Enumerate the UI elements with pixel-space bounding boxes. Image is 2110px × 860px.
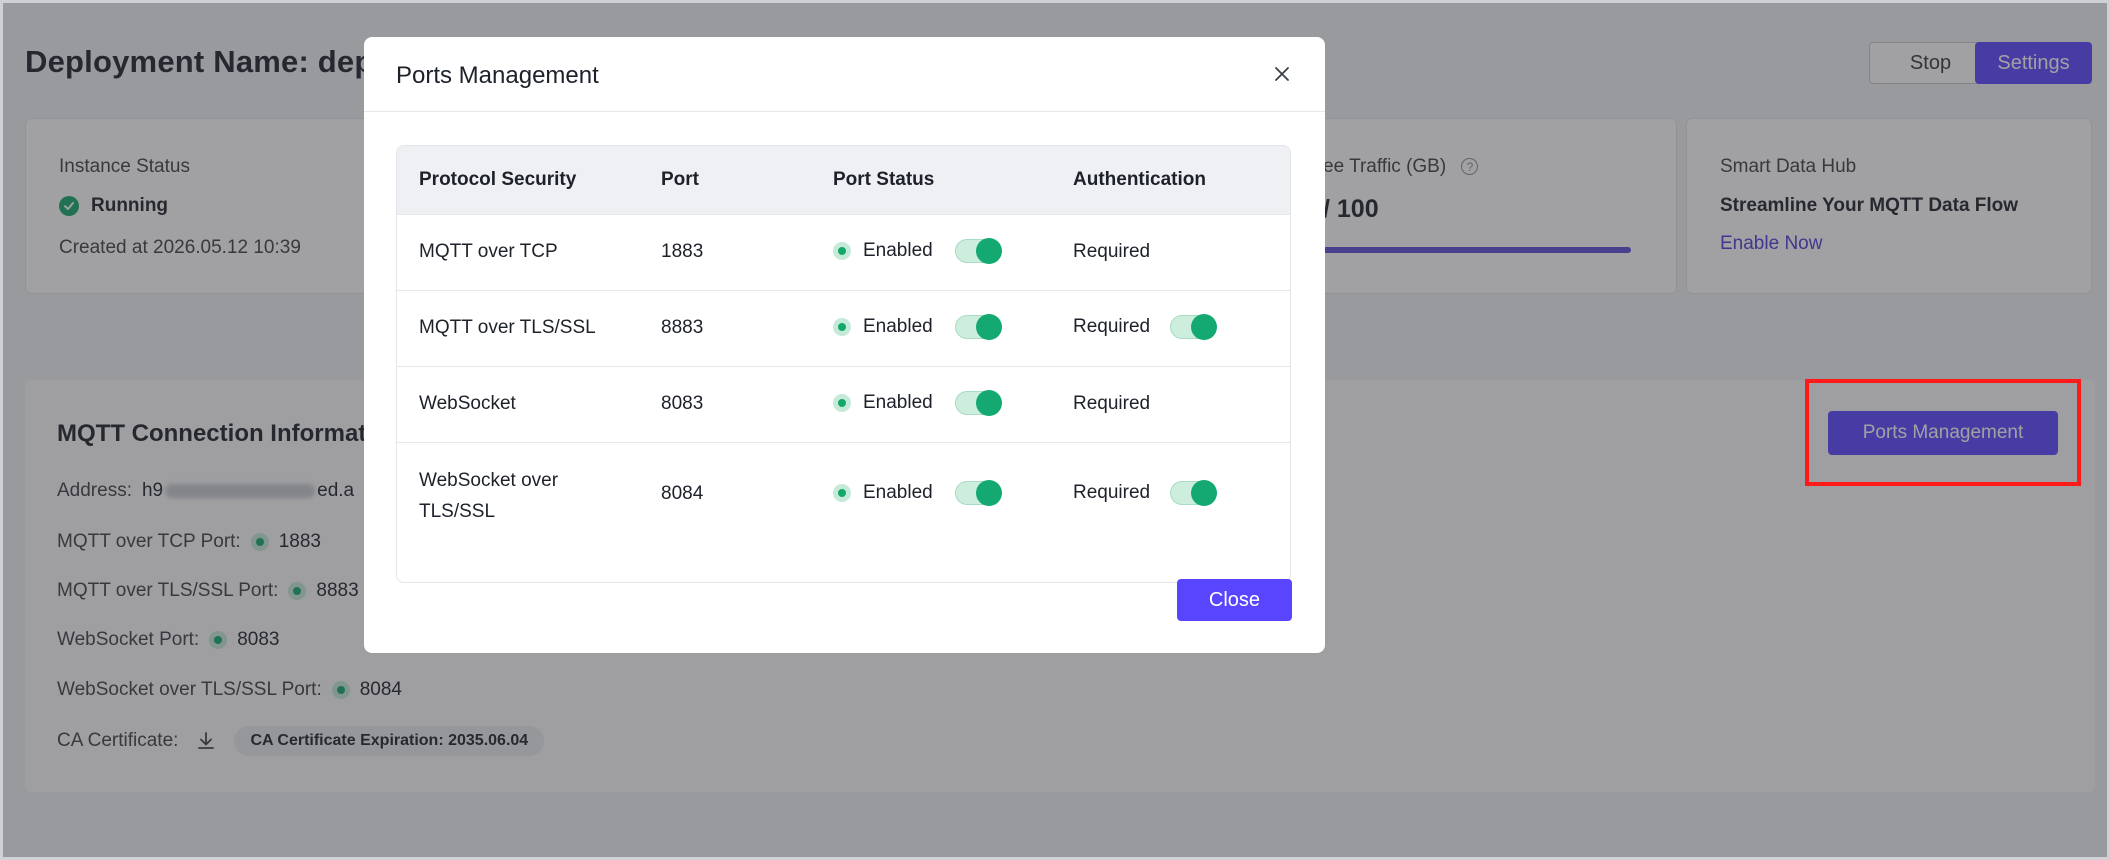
column-header: Port [661, 169, 699, 190]
table-row: WebSocket over TLS/SSL 8084 Enabled Requ… [397, 442, 1290, 582]
port-status: Enabled [833, 314, 1002, 340]
authentication-cell: Required [1073, 314, 1218, 340]
port-status: Enabled [833, 238, 1002, 264]
port-status: Enabled [833, 480, 1002, 506]
ports-table: Protocol Security Port Port Status Authe… [396, 145, 1291, 583]
port-status-toggle[interactable] [954, 480, 1002, 506]
modal-title: Ports Management [396, 62, 599, 89]
status-dot-icon [833, 318, 851, 336]
authentication-cell: Required [1073, 480, 1218, 506]
port-status-toggle[interactable] [954, 390, 1002, 416]
close-button[interactable]: Close [1177, 579, 1292, 621]
table-row: MQTT over TCP 1883 Enabled Required [397, 214, 1290, 290]
status-dot-icon [833, 242, 851, 260]
ports-management-modal: Ports Management Protocol Security Port … [364, 37, 1325, 653]
table-header: Protocol Security Port Port Status Authe… [397, 146, 1290, 214]
protocol-cell: WebSocket over TLS/SSL [419, 470, 559, 522]
table-row: MQTT over TLS/SSL 8883 Enabled Required [397, 290, 1290, 366]
port-status-toggle[interactable] [954, 238, 1002, 264]
status-dot-icon [833, 394, 851, 412]
column-header: Protocol Security [419, 169, 577, 190]
column-header: Authentication [1073, 169, 1206, 190]
authentication-toggle[interactable] [1170, 480, 1218, 506]
port-status: Enabled [833, 390, 1002, 416]
authentication-toggle[interactable] [1170, 314, 1218, 340]
column-header: Port Status [833, 169, 935, 190]
highlight-annotation [1805, 379, 2081, 486]
status-dot-icon [833, 484, 851, 502]
port-status-toggle[interactable] [954, 314, 1002, 340]
table-row: WebSocket 8083 Enabled Required [397, 366, 1290, 442]
modal-header: Ports Management [364, 37, 1325, 112]
close-icon[interactable] [1269, 61, 1295, 87]
